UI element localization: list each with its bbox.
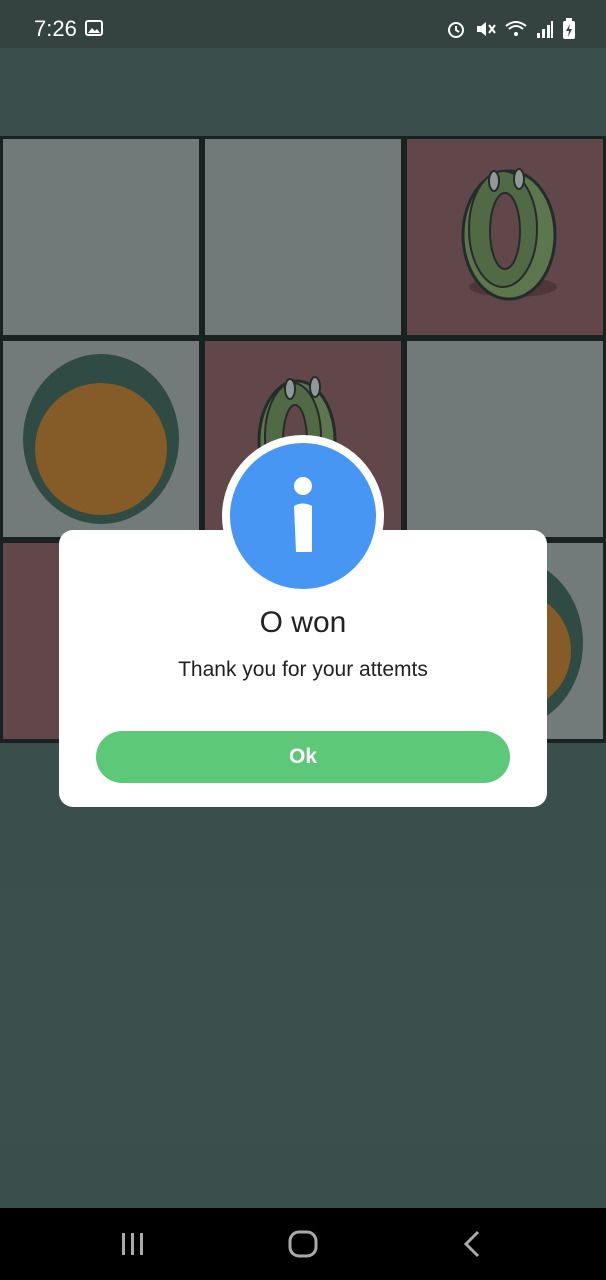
mute-icon: [477, 22, 496, 36]
back-icon[interactable]: [462, 1230, 482, 1258]
alarm-icon: [448, 22, 464, 38]
wifi-icon: [505, 21, 527, 36]
signal-icon: [537, 21, 553, 38]
navigation-bar: [0, 1208, 606, 1280]
ok-button[interactable]: Ok: [96, 731, 510, 783]
home-icon[interactable]: [288, 1230, 318, 1258]
image-icon: [85, 20, 103, 36]
dialog-title: O won: [259, 606, 347, 639]
dialog-message: Thank you for your attemts: [178, 658, 428, 681]
recent-apps-icon[interactable]: [120, 1230, 146, 1258]
dialog-icon-ring: [222, 435, 384, 597]
battery-charging-icon: [563, 18, 575, 39]
info-icon: [230, 443, 376, 589]
status-bar: 7:26: [0, 0, 606, 48]
status-time: 7:26: [34, 16, 77, 41]
